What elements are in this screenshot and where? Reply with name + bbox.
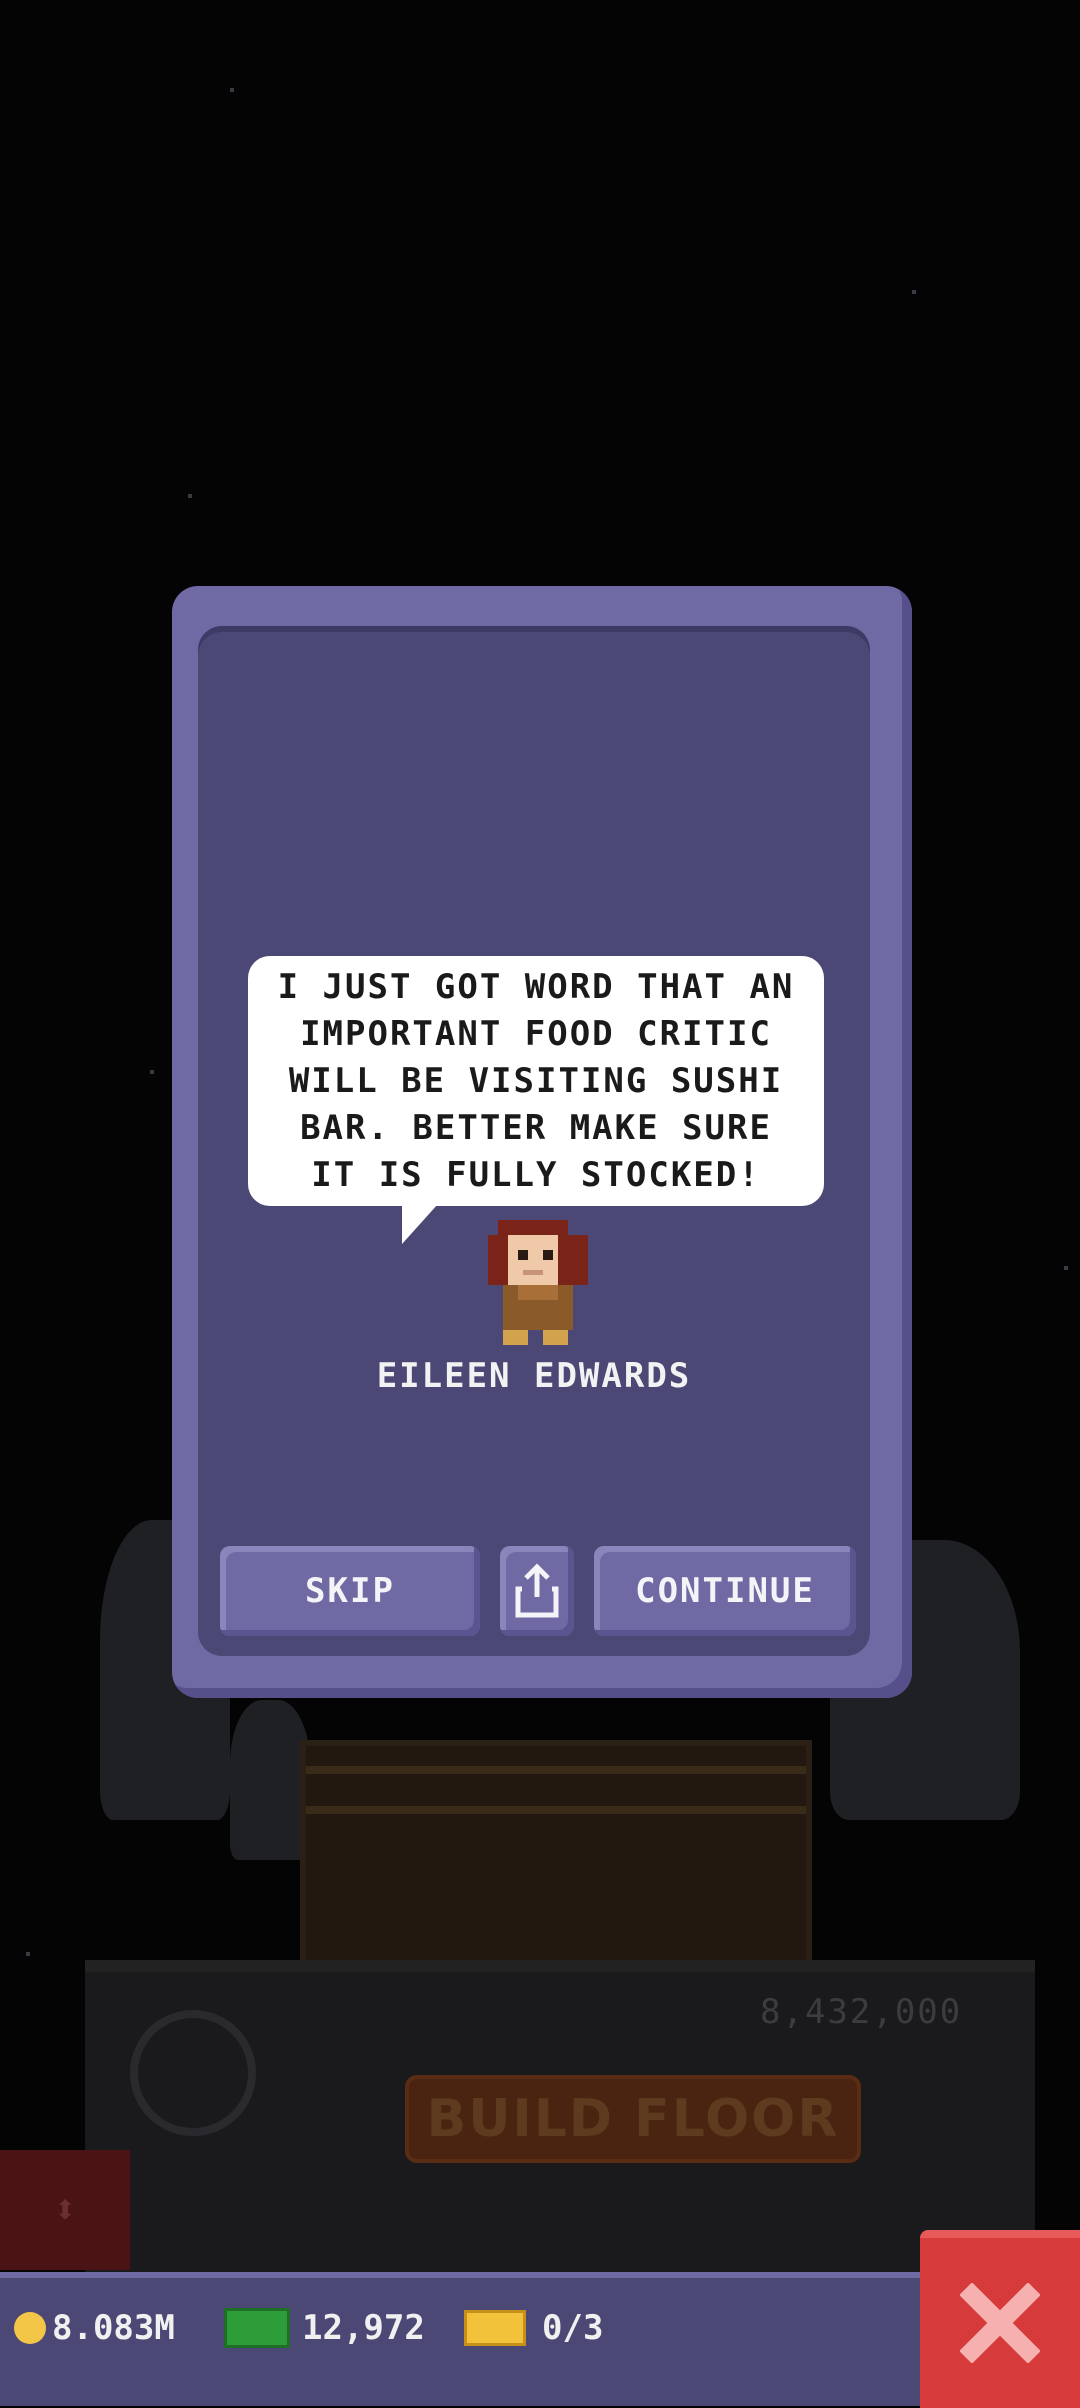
tree-left-small [230,1700,310,1860]
bux-stat: 12,972 [224,2308,425,2348]
share-icon [515,1563,559,1618]
star [188,494,192,498]
coins-stat: 8.083M [14,2308,175,2348]
ticket-icon [464,2310,526,2346]
share-button[interactable] [500,1546,574,1636]
star [1064,1266,1068,1270]
dialog-panel: I JUST GOT WORD THAT AN IMPORTANT FOOD C… [198,626,870,1656]
star [912,290,916,294]
star [150,1070,154,1074]
fan-icon [130,2010,256,2136]
speech-bubble: I JUST GOT WORD THAT AN IMPORTANT FOOD C… [248,956,824,1206]
tickets-value: 0/3 [542,2308,604,2348]
character-avatar [488,1220,588,1345]
elevator-arrows-icon: ⬍ [52,2187,78,2233]
floor-price: 8,432,000 [760,1992,963,2032]
bux-value: 12,972 [302,2308,425,2348]
elevator-button[interactable]: ⬍ [0,2150,130,2270]
coins-value: 8.083M [52,2308,175,2348]
sushi-building [300,1740,812,1992]
bux-icon [224,2308,290,2348]
status-bar: 8.083M 12,972 0/3 [0,2272,920,2406]
event-dialog: I JUST GOT WORD THAT AN IMPORTANT FOOD C… [172,586,912,1698]
dialog-message: I JUST GOT WORD THAT AN IMPORTANT FOOD C… [277,966,795,1195]
coin-icon [14,2312,46,2344]
skip-button[interactable]: SKIP [220,1546,480,1636]
speech-bubble-tail [402,1204,438,1244]
star [230,88,234,92]
build-floor-button[interactable]: BUILD FLOOR [405,2075,861,2163]
continue-button[interactable]: CONTINUE [594,1546,856,1636]
close-button[interactable] [920,2230,1080,2408]
character-name: EILEEN EDWARDS [376,1356,692,1396]
close-icon [960,2283,1040,2363]
tickets-stat: 0/3 [464,2308,603,2348]
